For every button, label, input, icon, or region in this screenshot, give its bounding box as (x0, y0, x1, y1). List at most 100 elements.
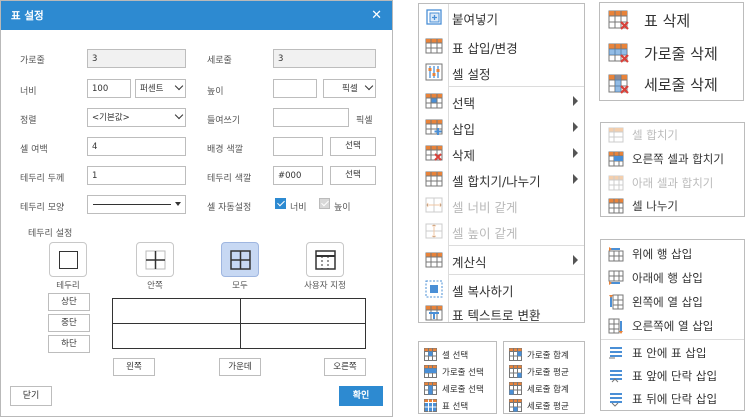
align-select[interactable]: <기본값> (87, 108, 186, 127)
border-custom-option[interactable] (306, 242, 344, 277)
border-top-button[interactable]: 상단 (48, 293, 90, 311)
border-outer-option[interactable] (49, 242, 87, 277)
menu-item-label: 삽입 (452, 122, 476, 137)
menu-item-insert-col-left[interactable]: 왼쪽에 열 삽입 (601, 290, 744, 313)
menu-item-delete-row[interactable]: 가로줄 삭제 (600, 38, 743, 68)
border-center-button[interactable]: 가운데 (219, 358, 261, 376)
menu-item-select-cell[interactable]: 셀 선택 (419, 344, 496, 362)
border-left-button[interactable]: 왼쪽 (113, 358, 155, 376)
menu-separator (449, 86, 584, 87)
menu-item-merge-cells[interactable]: 셀 합치기 (601, 123, 744, 146)
menu-item-label: 세로줄 평균 (527, 402, 569, 412)
rows-input[interactable]: 3 (87, 49, 186, 68)
menu-item-insert-col-right[interactable]: 오른쪽에 열 삽입 (601, 314, 744, 337)
auto-size-label: 셀 자동설정 (207, 203, 252, 213)
menu-item-merge-down[interactable]: 아래 셀과 합치기 (601, 171, 744, 194)
row-average-icon (509, 365, 522, 378)
bgcolor-select-button[interactable]: 선택 (330, 137, 376, 156)
close-button[interactable]: 닫기 (10, 386, 52, 406)
menu-item-select[interactable]: 선택 (419, 88, 584, 114)
width-input[interactable]: 100 (87, 79, 131, 98)
bgcolor-label: 배경 색깔 (207, 145, 243, 155)
paragraph-after-icon (610, 393, 622, 407)
paste-icon (426, 9, 442, 25)
border-preview[interactable] (112, 298, 366, 349)
border-bottom-button[interactable]: 하단 (48, 335, 90, 353)
auto-width-checkbox[interactable] (275, 198, 286, 209)
menu-item-paragraph-after[interactable]: 표 뒤에 단락 삽입 (601, 387, 744, 410)
table-insert-icon (425, 119, 443, 135)
menu-item-label: 선택 (452, 96, 476, 111)
menu-item-select-row[interactable]: 가로줄 선택 (419, 361, 496, 379)
menu-item-row-average[interactable]: 가로줄 평균 (504, 361, 584, 379)
delete-column-icon (608, 74, 629, 94)
border-all-option[interactable] (221, 242, 259, 277)
menu-item-split-cell[interactable]: 셀 나누기 (601, 194, 744, 217)
border-style-label: 테두리 모양 (20, 203, 65, 213)
dialog-title: 표 설정 (11, 10, 44, 22)
menu-item-formula[interactable]: 계산식 (419, 247, 584, 273)
auto-height-checkbox[interactable] (319, 198, 330, 209)
menu-item-delete-column[interactable]: 세로줄 삭제 (600, 69, 743, 99)
menu-item-merge-right[interactable]: 오른쪽 셀과 합치기 (601, 147, 744, 170)
cols-input[interactable]: 3 (273, 49, 376, 68)
menu-item-insert-row-below[interactable]: 아래에 행 삽입 (601, 266, 744, 289)
menu-item-table-to-text[interactable]: 표 텍스트로 변환 (419, 300, 584, 326)
row-sum-icon (509, 348, 522, 361)
border-custom-label: 사용자 지정 (304, 281, 346, 291)
menu-item-equal-height[interactable]: 셀 높이 같게 (419, 218, 584, 244)
merge-cells-icon (608, 127, 624, 143)
auto-height-label: 높이 (334, 203, 351, 213)
dialog-header: 표 설정 ✕ (1, 1, 392, 30)
menu-item-label: 셀 높이 같게 (452, 226, 518, 241)
cell-settings-icon (425, 63, 443, 81)
ok-button[interactable]: 확인 (339, 386, 383, 406)
border-color-input[interactable]: #000 (273, 166, 323, 185)
menu-item-delete[interactable]: 삭제 (419, 140, 584, 166)
insert-col-right-icon (608, 318, 623, 334)
border-outer-icon (59, 251, 78, 269)
border-width-input[interactable]: 1 (87, 166, 186, 185)
menu-item-select-table[interactable]: 표 선택 (419, 395, 496, 413)
menu-item-paragraph-before[interactable]: 표 앞에 단락 삽입 (601, 364, 744, 387)
border-color-select-button[interactable]: 선택 (330, 166, 376, 185)
height-input[interactable] (273, 79, 317, 98)
menu-item-col-average[interactable]: 세로줄 평균 (504, 395, 584, 413)
border-style-select[interactable] (87, 195, 186, 214)
menu-item-insert-table[interactable]: 표 삽입/변경 (419, 33, 584, 59)
height-label: 높이 (207, 87, 224, 97)
menu-item-nested-table[interactable]: 표 안에 표 삽입 (601, 341, 744, 364)
border-all-label: 모두 (232, 281, 248, 291)
menu-item-select-column[interactable]: 세로줄 선택 (419, 378, 496, 396)
close-icon[interactable]: ✕ (371, 8, 382, 23)
bgcolor-input[interactable] (273, 137, 323, 156)
menu-item-delete-table[interactable]: 표 삭제 (600, 5, 743, 35)
menu-item-insert[interactable]: 삽입 (419, 114, 584, 140)
menu-item-paste[interactable]: 붙여넣기 (419, 4, 584, 30)
menu-item-label: 표 안에 표 삽입 (632, 346, 707, 360)
submenu-arrow-icon (573, 122, 578, 132)
padding-input[interactable]: 4 (87, 137, 186, 156)
menu-item-label: 셀 복사하기 (452, 284, 514, 299)
menu-separator (601, 339, 744, 340)
menu-item-label: 셀 나누기 (632, 199, 678, 213)
border-middle-button[interactable]: 중단 (48, 314, 90, 332)
menu-item-copy-cell[interactable]: 셀 복사하기 (419, 276, 584, 302)
menu-item-cell-settings[interactable]: 셀 설정 (419, 59, 584, 85)
height-unit-select[interactable]: 픽셀 (323, 79, 376, 98)
width-unit-select[interactable]: 퍼센트 (135, 79, 186, 98)
border-inner-option[interactable] (136, 242, 174, 277)
menu-item-insert-row-above[interactable]: 위에 행 삽입 (601, 242, 744, 265)
border-right-button[interactable]: 오른쪽 (324, 358, 366, 376)
menu-item-equal-width[interactable]: 셀 너비 같게 (419, 192, 584, 218)
menu-item-merge-split[interactable]: 셀 합치기/나누기 (419, 166, 584, 192)
menu-item-col-sum[interactable]: 세로줄 합계 (504, 378, 584, 396)
rows-label: 가로줄 (20, 56, 45, 66)
indent-input[interactable] (273, 108, 349, 127)
menu-item-label: 가로줄 합계 (527, 351, 569, 361)
select-column-icon (424, 382, 437, 395)
menu-item-row-sum[interactable]: 가로줄 합계 (504, 344, 584, 362)
table-context-menu: 붙여넣기 표 삽입/변경 셀 설정 선택 삽입 삭제 셀 합치기/나누기 셀 너… (418, 3, 585, 323)
menu-item-label: 세로줄 선택 (442, 385, 484, 395)
table-to-text-icon (425, 305, 443, 321)
